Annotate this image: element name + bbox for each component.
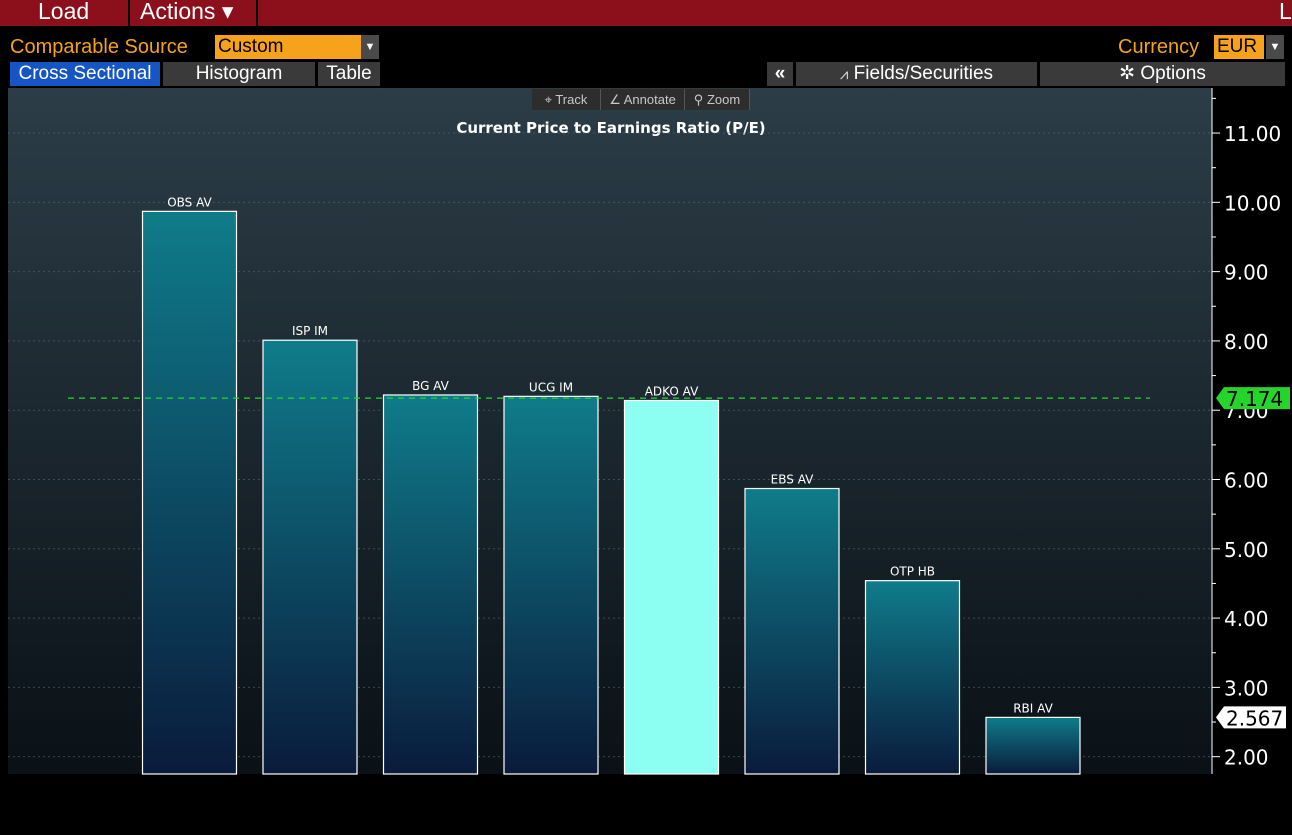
bar-label: OBS AV — [167, 195, 212, 209]
bar-label: OTP HB — [890, 565, 935, 579]
bar-label: BG AV — [412, 379, 450, 393]
y-tick-label: 10.00 — [1224, 191, 1281, 215]
y-tick-label: 8.00 — [1224, 330, 1269, 354]
bar — [985, 716, 1081, 775]
pe-bar-chart: Current Price to Earnings Ratio (P/E) OB… — [8, 88, 1290, 775]
bar-label: UCG IM — [529, 380, 573, 394]
chart-title: Current Price to Earnings Ratio (P/E) — [456, 119, 765, 137]
bar — [262, 339, 358, 775]
bar — [382, 394, 479, 775]
y-tick-label: 4.00 — [1224, 607, 1269, 631]
y-tick-label: 11.00 — [1224, 122, 1281, 146]
last-value-label: 2.567 — [1226, 706, 1283, 730]
bar-label: RBI AV — [1013, 701, 1053, 715]
bar — [503, 395, 599, 775]
bar — [623, 399, 720, 775]
y-tick-label: 2.00 — [1224, 746, 1269, 770]
average-value-label: 7.174 — [1226, 387, 1283, 411]
bar — [864, 580, 961, 775]
y-tick-label: 6.00 — [1224, 469, 1269, 493]
bar — [141, 210, 238, 775]
y-tick-label: 3.00 — [1224, 676, 1269, 700]
bar — [744, 487, 840, 775]
y-tick-label: 9.00 — [1224, 261, 1269, 285]
bar-label: EBS AV — [771, 473, 814, 487]
bar-label: ISP IM — [292, 324, 328, 338]
bar-label: ADKO AV — [645, 385, 699, 399]
y-tick-label: 5.00 — [1224, 538, 1269, 562]
